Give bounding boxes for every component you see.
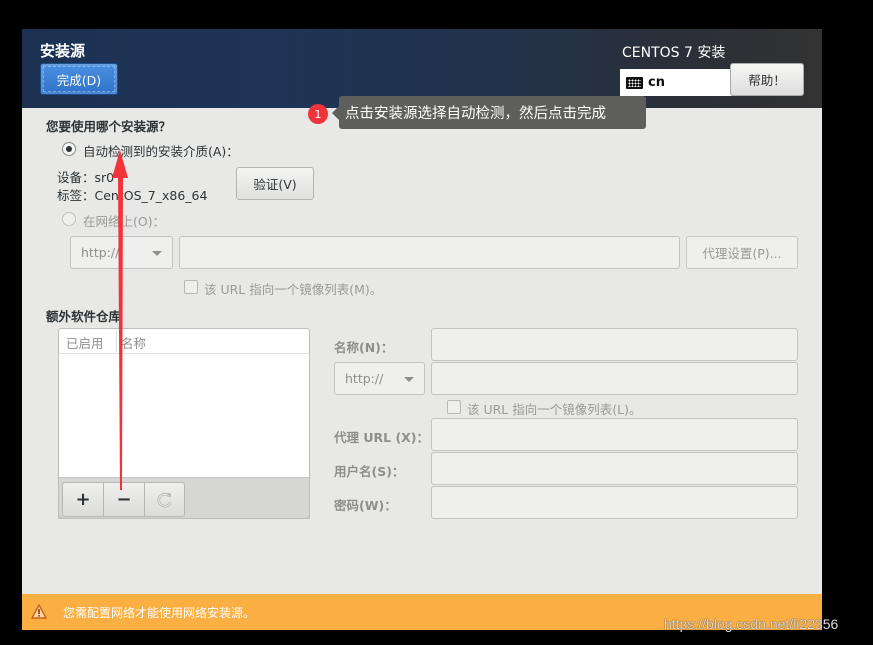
proxy-settings-button[interactable]: 代理设置(P)... <box>686 236 798 269</box>
repo-proxy-url-label: 代理 URL (X)： <box>334 430 430 445</box>
watermark: https://blog.csdn.net/li22356 <box>664 616 839 632</box>
plus-icon: + <box>75 489 91 510</box>
help-button[interactable]: 帮助！ <box>730 63 804 96</box>
refresh-repo-button[interactable] <box>144 482 185 517</box>
auto-detected-radio[interactable] <box>62 142 76 156</box>
verify-button[interactable]: 验证(V) <box>236 167 314 200</box>
network-label[interactable]: 在网络上(O)： <box>83 211 165 230</box>
annotation-text: 点击安装源选择自动检测，然后点击完成 <box>332 96 646 129</box>
column-divider <box>116 331 117 352</box>
column-enabled[interactable]: 已启用 <box>66 333 104 352</box>
network-mirror-label[interactable]: 该 URL 指向一个镜像列表(M)。 <box>204 279 382 298</box>
repo-protocol-select[interactable]: http:// <box>334 362 425 395</box>
repo-name-label: 名称(N)： <box>334 340 394 355</box>
column-name[interactable]: 名称 <box>121 333 146 352</box>
repo-password-input[interactable] <box>431 486 798 519</box>
repo-toolbar: + − <box>58 477 310 519</box>
keyboard-layout-label: cn <box>648 75 665 90</box>
repo-url-input[interactable] <box>431 362 798 395</box>
keyboard-layout-indicator[interactable]: cn <box>620 69 732 96</box>
keyboard-icon <box>626 76 643 89</box>
repo-proxy-url-input[interactable] <box>431 418 798 451</box>
network-protocol-select[interactable]: http:// <box>70 236 173 269</box>
repo-username-input[interactable] <box>431 452 798 485</box>
tag-label: 标签：CentOS_7_x86_64 <box>57 188 208 203</box>
add-repo-button[interactable]: + <box>62 482 104 517</box>
repo-protocol-value: http:// <box>345 371 384 386</box>
annotation-badge: 1 <box>308 104 328 124</box>
refresh-icon <box>157 492 172 507</box>
repo-mirror-checkbox[interactable] <box>447 400 461 414</box>
repo-mirror-label[interactable]: 该 URL 指向一个镜像列表(L)。 <box>467 399 641 418</box>
source-question: 您要使用哪个安装源？ <box>46 119 172 134</box>
info-bar-message: 您需配置网络才能使用网络安装源。 <box>63 606 256 620</box>
remove-repo-button[interactable]: − <box>103 482 145 517</box>
spoke-title: 安装源 <box>40 42 86 60</box>
network-url-input[interactable] <box>179 236 680 269</box>
warning-icon <box>31 604 47 619</box>
network-protocol-value: http:// <box>81 245 120 260</box>
chevron-down-icon <box>152 250 162 256</box>
minus-icon: − <box>116 489 132 510</box>
device-label: 设备：sr0 <box>57 170 115 185</box>
repo-username-label: 用户名(S)： <box>334 464 405 479</box>
done-button[interactable]: 完成(D) <box>40 63 118 95</box>
network-mirror-checkbox[interactable] <box>184 280 198 294</box>
repo-list-header: 已启用 名称 <box>59 329 309 354</box>
auto-detected-label[interactable]: 自动检测到的安装介质(A)： <box>83 141 239 160</box>
network-radio[interactable] <box>62 212 76 226</box>
repo-password-label: 密码(W)： <box>334 498 397 513</box>
product-title: CENTOS 7 安装 <box>622 45 726 61</box>
additional-repos-title: 额外软件仓库 <box>46 309 122 324</box>
chevron-down-icon <box>404 376 414 382</box>
repo-name-input[interactable] <box>431 328 798 361</box>
